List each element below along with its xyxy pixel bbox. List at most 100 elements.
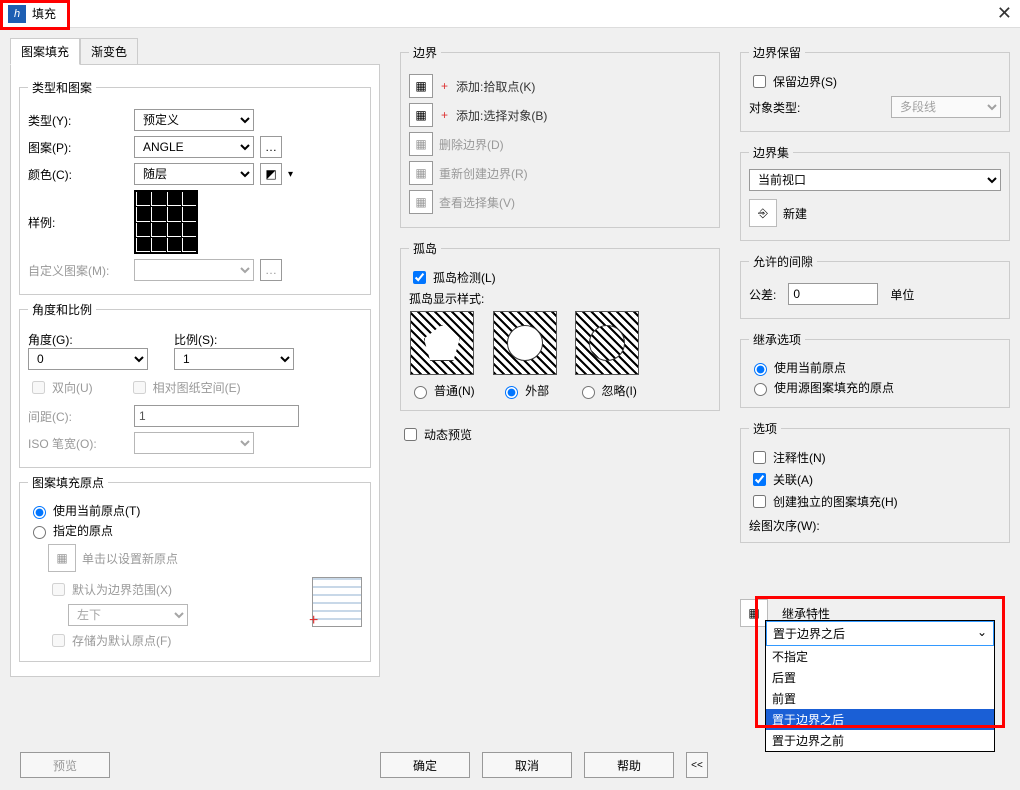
tab-pattern[interactable]: 图案填充 [10,38,80,65]
window-title: 填充 [32,5,997,22]
chevron-down-icon: ⌄ [977,625,987,642]
label-angle: 角度(G): [28,331,168,348]
origin-preview [312,577,362,627]
radio-island-ignore[interactable] [582,386,595,399]
select-angle[interactable]: 0 [28,348,148,370]
cancel-button[interactable]: 取消 [482,752,572,778]
collapse-button[interactable]: << [686,752,708,778]
check-keep-boundary[interactable] [753,75,766,88]
radio-island-normal[interactable] [414,386,427,399]
radio-inherit-current[interactable] [754,363,767,376]
cmd-recreate: 重新创建边界(R) [439,165,528,182]
label-obj-type: 对象类型: [749,99,800,116]
island-preview-normal[interactable] [410,311,474,375]
draw-order-opt-2[interactable]: 前置 [766,688,994,709]
label-pattern: 图案(P): [28,139,128,156]
view-selection-icon: ▦ [409,190,433,214]
select-pattern[interactable]: ANGLE [134,136,254,158]
plus-icon-2: + [441,108,448,122]
check-island-detect[interactable] [413,271,426,284]
new-boundary-icon[interactable]: ⎆ [749,199,777,227]
check-independent[interactable] [753,495,766,508]
group-type-pattern: 类型和图案 类型(Y): 预定义 图案(P): ANGLE … 颜色(C): 随… [19,79,371,295]
app-icon: h [8,5,26,23]
plus-icon: + [441,79,448,93]
legend-inherit: 继承选项 [749,331,805,348]
label-spacing: 间距(C): [28,408,128,425]
group-inherit: 继承选项 使用当前原点 使用源图案填充的原点 [740,331,1010,408]
radio-inherit-source[interactable] [754,383,767,396]
tab-gradient[interactable]: 渐变色 [80,38,138,65]
check-store-default [52,634,65,647]
legend-angle-scale: 角度和比例 [28,301,96,318]
close-icon[interactable]: ✕ [997,3,1012,24]
island-preview-ignore[interactable] [575,311,639,375]
group-options: 选项 注释性(N) 关联(A) 创建独立的图案填充(H) 绘图次序(W): [740,420,1010,543]
color-swatch-button[interactable]: ◩ [260,163,282,185]
select-iso [134,432,254,454]
recreate-boundary-icon: ▦ [409,161,433,185]
select-type[interactable]: 预定义 [134,109,254,131]
legend-boundary: 边界 [409,44,441,61]
draw-order-opt-1[interactable]: 后置 [766,667,994,688]
group-boundary: 边界 ▦+添加:拾取点(K) ▦+添加:选择对象(B) ▦删除边界(D) ▦重新… [400,44,720,228]
dropdown-icon[interactable]: ▾ [288,169,293,180]
group-boundary-keep: 边界保留 保留边界(S) 对象类型:多段线 [740,44,1010,132]
group-angle-scale: 角度和比例 角度(G): 0 比例(S): 1 双向(U) 相对图纸空间(E) [19,301,371,468]
check-annotative[interactable] [753,451,766,464]
preview-button: 预览 [20,752,110,778]
check-dynamic-preview[interactable] [404,428,417,441]
draw-order-opt-4[interactable]: 置于边界之前 [766,730,994,751]
cmd-add-pick[interactable]: 添加:拾取点(K) [456,78,535,95]
group-origin: 图案填充原点 使用当前原点(T) 指定的原点 ▦ 单击以设置新原点 默认为边界范… [19,474,371,662]
label-type: 类型(Y): [28,112,128,129]
check-associative[interactable] [753,473,766,486]
select-boundary-set[interactable]: 当前视口 [749,169,1001,191]
radio-specified-origin[interactable] [33,526,46,539]
help-button[interactable]: 帮助 [584,752,674,778]
legend-boundary-keep: 边界保留 [749,44,805,61]
select-scale[interactable]: 1 [174,348,294,370]
radio-island-outer[interactable] [505,386,518,399]
custom-browse-button: … [260,259,282,281]
legend-options: 选项 [749,420,781,437]
cmd-add-select[interactable]: 添加:选择对象(B) [456,107,547,124]
check-bidir [32,381,45,394]
cmd-view-sel: 查看选择集(V) [439,194,515,211]
pattern-browse-button[interactable]: … [260,136,282,158]
add-select-icon[interactable]: ▦ [409,103,433,127]
select-color[interactable]: 随层 [134,163,254,185]
select-custom [134,259,254,281]
group-boundary-set: 边界集 当前视口 ⎆新建 [740,144,1010,241]
label-color: 颜色(C): [28,166,128,183]
inherit-props-icon[interactable]: ▦ [740,599,768,627]
draw-order-opt-3[interactable]: 置于边界之后 [766,709,994,730]
add-pick-icon[interactable]: ▦ [409,74,433,98]
select-obj-type: 多段线 [891,96,1001,118]
group-islands: 孤岛 孤岛检测(L) 孤岛显示样式: 普通(N) 外部 忽略(I) [400,240,720,411]
sample-preview[interactable] [134,190,198,254]
label-custom: 自定义图案(M): [28,262,128,279]
label-iso: ISO 笔宽(O): [28,435,128,452]
legend-gap: 允许的间隙 [749,253,817,270]
label-draw-order: 绘图次序(W): [749,517,1001,534]
label-island-style: 孤岛显示样式: [409,290,711,307]
check-paper-space [133,381,146,394]
select-origin-pos: 左下 [68,604,188,626]
delete-boundary-icon: ▦ [409,132,433,156]
cmd-inherit-props[interactable]: 继承特性 [782,605,830,622]
island-preview-outer[interactable] [493,311,557,375]
label-click-set: 单击以设置新原点 [82,550,178,567]
input-tolerance[interactable] [788,283,878,305]
label-tolerance: 公差: [749,286,776,303]
draw-order-opt-0[interactable]: 不指定 [766,646,994,667]
pick-origin-icon: ▦ [48,544,76,572]
ok-button[interactable]: 确定 [380,752,470,778]
btn-new-boundary[interactable]: 新建 [783,205,807,222]
label-scale: 比例(S): [174,331,294,348]
label-unit: 单位 [890,286,914,303]
draw-order-dropdown[interactable]: 置于边界之后⌄ 不指定 后置 前置 置于边界之后 置于边界之前 [765,620,995,752]
radio-use-current-origin[interactable] [33,506,46,519]
draw-order-selected[interactable]: 置于边界之后⌄ [766,621,994,646]
check-default-boundary [52,583,65,596]
